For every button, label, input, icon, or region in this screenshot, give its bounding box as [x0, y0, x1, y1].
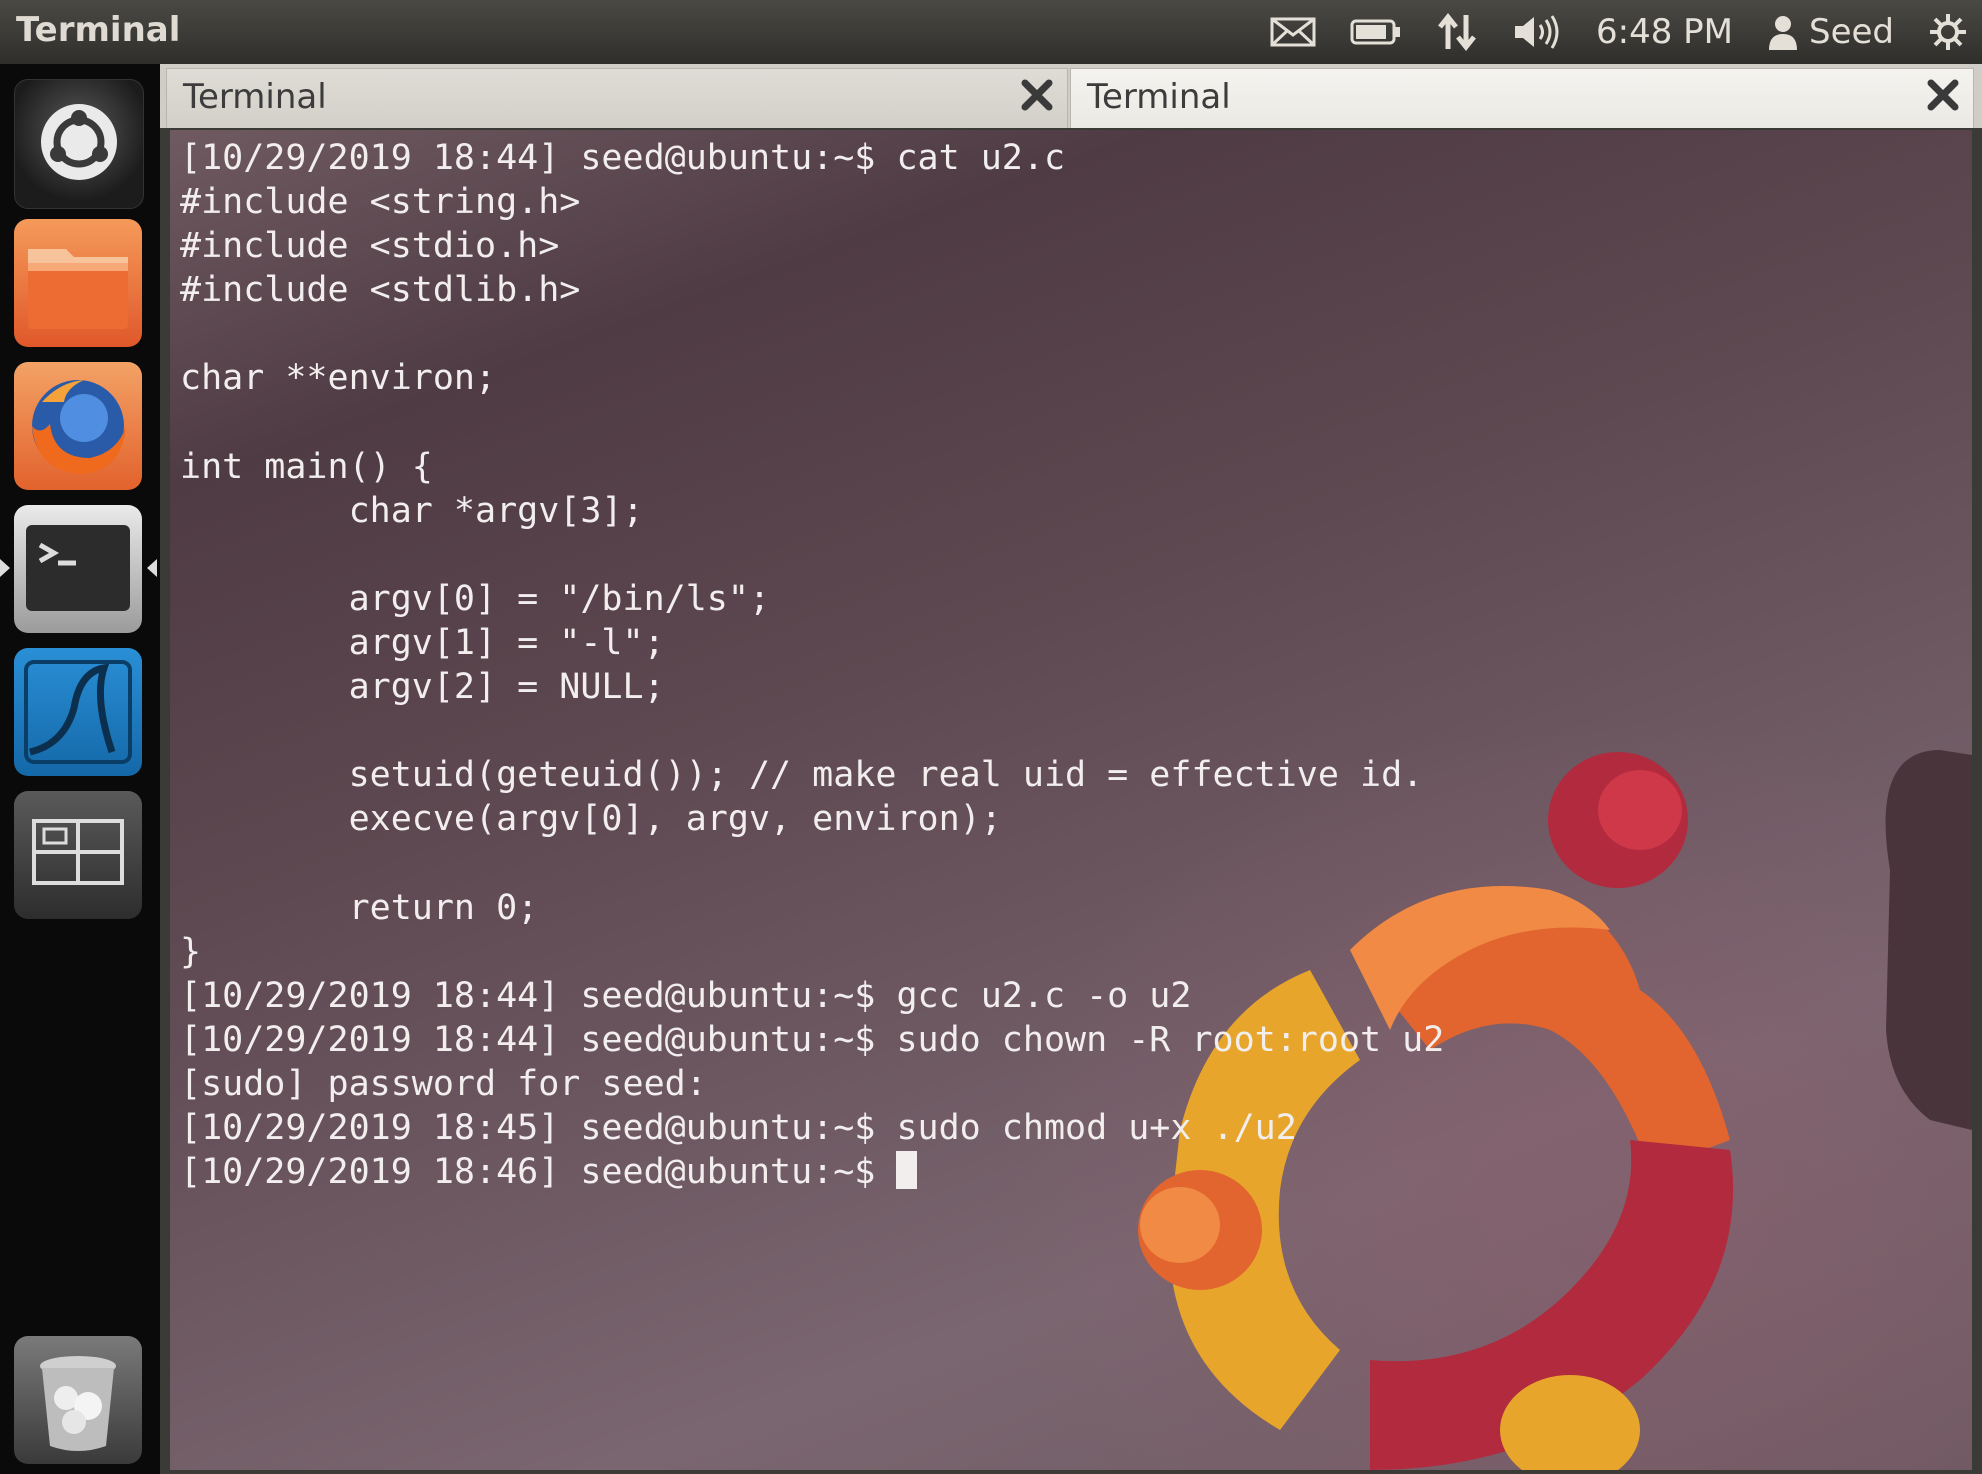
firefox-icon[interactable]	[14, 362, 142, 490]
terminal-line: argv[0] = "/bin/ls";	[348, 578, 771, 619]
close-tab-icon[interactable]	[1019, 77, 1055, 113]
close-tab-icon[interactable]	[1925, 77, 1961, 113]
shell-prompt: [10/29/2019 18:46] seed@ubuntu:~$	[180, 1152, 897, 1193]
launcher-active-pip-right	[147, 559, 157, 577]
volume-icon[interactable]	[1512, 12, 1562, 52]
terminal-line: setuid(geteuid()); // make real uid = ef…	[348, 755, 1424, 796]
launcher-active-pip-left	[0, 559, 10, 577]
tab-terminal-2[interactable]: Terminal	[1070, 68, 1974, 128]
terminal-line: argv[1] = "-l";	[348, 623, 665, 664]
user-menu[interactable]: Seed	[1767, 12, 1894, 52]
user-icon	[1769, 16, 1797, 50]
terminal-line: char *argv[3];	[348, 490, 644, 531]
terminal-line: #include <stdlib.h>	[180, 270, 581, 311]
terminal-line: [10/29/2019 18:44] seed@ubuntu:~$ sudo c…	[180, 1019, 1445, 1060]
terminal-view[interactable]: [10/29/2019 18:44] seed@ubuntu:~$ cat u2…	[170, 130, 1972, 1470]
terminal-lines: [10/29/2019 18:44] seed@ubuntu:~$ cat u2…	[180, 138, 1444, 1148]
text-cursor	[896, 1151, 918, 1190]
terminal-line: [10/29/2019 18:44] seed@ubuntu:~$ cat u2…	[180, 138, 1066, 178]
terminal-line: [10/29/2019 18:44] seed@ubuntu:~$ gcc u2…	[180, 975, 1192, 1016]
terminal-line: [10/29/2019 18:45] seed@ubuntu:~$ sudo c…	[180, 1108, 1297, 1149]
terminal-line: argv[2] = NULL;	[348, 667, 665, 708]
terminal-line: char **environ;	[180, 358, 497, 399]
terminal-app-icon[interactable]	[14, 505, 142, 633]
terminal-line: }	[180, 931, 202, 972]
terminal-line: [sudo] password for seed:	[180, 1063, 707, 1104]
terminal-line: #include <stdio.h>	[180, 226, 560, 267]
tab-label: Terminal	[183, 77, 327, 117]
terminal-line: execve(argv[0], argv, environ);	[348, 799, 1002, 840]
tab-bar: Terminal Terminal	[160, 64, 1982, 128]
terminal-line: return 0;	[348, 887, 539, 928]
power-icon[interactable]	[1928, 12, 1968, 52]
terminal-line: #include <string.h>	[180, 182, 581, 223]
files-folder-icon[interactable]	[14, 219, 142, 347]
clock[interactable]: 6:48 PM	[1596, 12, 1733, 52]
launcher	[0, 64, 160, 1474]
terminal-output: [10/29/2019 18:44] seed@ubuntu:~$ cat u2…	[180, 136, 1444, 1194]
battery-icon[interactable]	[1350, 17, 1402, 47]
dash-home-icon[interactable]	[14, 79, 144, 209]
top-panel: Terminal 6:48 PM Seed	[0, 0, 1982, 64]
terminal-window: Terminal Terminal [10/29/2019 18:44] see…	[160, 64, 1982, 1474]
mail-icon[interactable]	[1270, 16, 1316, 48]
indicator-area: 6:48 PM Seed	[1270, 0, 1968, 64]
trash-icon[interactable]	[14, 1336, 142, 1464]
wireshark-icon[interactable]	[14, 648, 142, 776]
workspace-switcher-icon[interactable]	[14, 791, 142, 919]
terminal-line: int main() {	[180, 446, 433, 487]
network-icon[interactable]	[1436, 11, 1478, 53]
tab-label: Terminal	[1087, 77, 1231, 117]
user-name: Seed	[1809, 12, 1894, 52]
app-title: Terminal	[16, 10, 181, 50]
tab-terminal-1[interactable]: Terminal	[166, 68, 1068, 128]
